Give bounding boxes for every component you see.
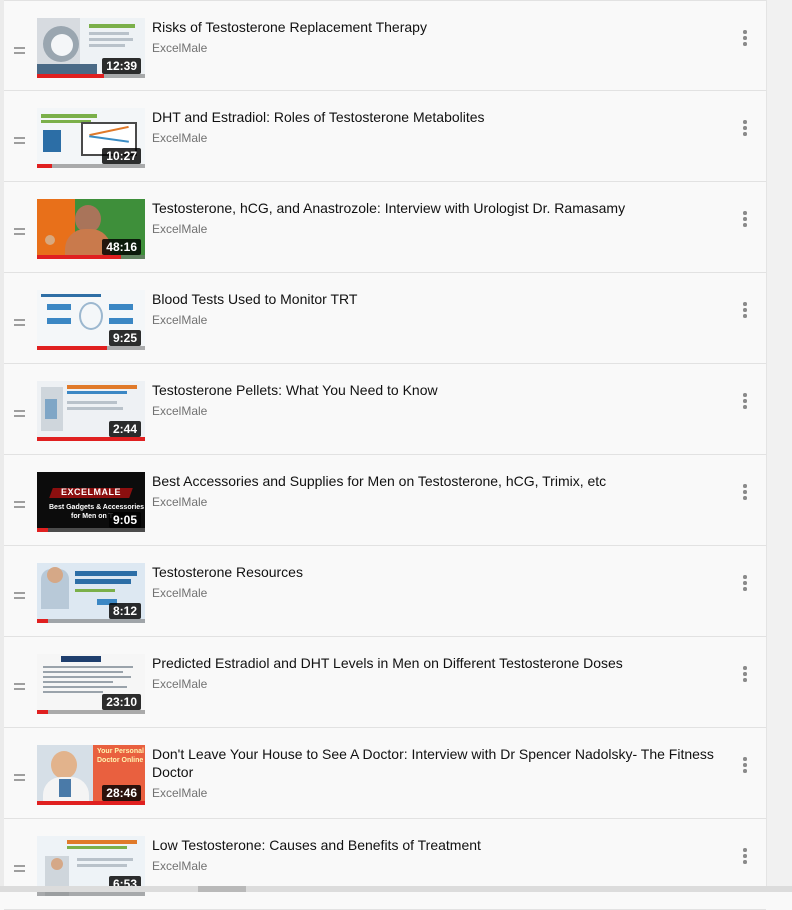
watched-progress-bar bbox=[37, 801, 145, 805]
thumbnail-caption: Your Personal bbox=[97, 748, 144, 755]
channel-name[interactable]: ExcelMale bbox=[152, 41, 207, 55]
video-thumbnail[interactable]: 12:39 bbox=[37, 18, 145, 78]
duration-badge: 48:16 bbox=[102, 239, 141, 255]
video-title[interactable]: Risks of Testosterone Replacement Therap… bbox=[152, 18, 732, 36]
more-options-icon[interactable] bbox=[743, 30, 747, 46]
duration-badge: 9:05 bbox=[108, 512, 141, 528]
channel-name[interactable]: ExcelMale bbox=[152, 131, 207, 145]
channel-name[interactable]: ExcelMale bbox=[152, 786, 207, 800]
playlist-item[interactable]: 10:27 DHT and Estradiol: Roles of Testos… bbox=[4, 91, 766, 182]
thumbnail-caption: Best Gadgets & Accessories bbox=[49, 504, 145, 511]
more-options-icon[interactable] bbox=[743, 575, 747, 591]
video-title[interactable]: Low Testosterone: Causes and Benefits of… bbox=[152, 836, 732, 854]
playlist: 12:39 Risks of Testosterone Replacement … bbox=[4, 0, 766, 910]
playlist-item[interactable]: 9:25 Blood Tests Used to Monitor TRT Exc… bbox=[4, 273, 766, 364]
video-title[interactable]: Best Accessories and Supplies for Men on… bbox=[152, 472, 732, 490]
playlist-item[interactable]: Your Personal Doctor Online 28:46 Don't … bbox=[4, 728, 766, 819]
drag-handle-icon[interactable] bbox=[14, 47, 25, 54]
duration-badge: 28:46 bbox=[102, 785, 141, 801]
drag-handle-icon[interactable] bbox=[14, 228, 25, 235]
channel-name[interactable]: ExcelMale bbox=[152, 677, 207, 691]
video-thumbnail[interactable]: 10:27 bbox=[37, 108, 145, 168]
playlist-item[interactable]: 2:44 Testosterone Pellets: What You Need… bbox=[4, 364, 766, 455]
video-thumbnail[interactable]: EXCELMALE Best Gadgets & Accessories for… bbox=[37, 472, 145, 532]
channel-name[interactable]: ExcelMale bbox=[152, 495, 207, 509]
video-title[interactable]: Predicted Estradiol and DHT Levels in Me… bbox=[152, 654, 732, 672]
more-options-icon[interactable] bbox=[743, 484, 747, 500]
more-options-icon[interactable] bbox=[743, 302, 747, 318]
duration-badge: 9:25 bbox=[108, 330, 141, 346]
video-thumbnail[interactable]: 8:12 bbox=[37, 563, 145, 623]
drag-handle-icon[interactable] bbox=[14, 410, 25, 417]
more-options-icon[interactable] bbox=[743, 666, 747, 682]
channel-name[interactable]: ExcelMale bbox=[152, 859, 207, 873]
thumbnail-caption: Doctor Online bbox=[97, 757, 144, 764]
watched-progress-bar bbox=[37, 74, 104, 78]
watched-progress-bar bbox=[37, 164, 53, 168]
drag-handle-icon[interactable] bbox=[14, 683, 25, 690]
watched-progress-bar bbox=[37, 255, 122, 259]
playlist-item[interactable]: 12:39 Risks of Testosterone Replacement … bbox=[4, 0, 766, 91]
watched-progress-bar bbox=[37, 528, 48, 532]
drag-handle-icon[interactable] bbox=[14, 319, 25, 326]
more-options-icon[interactable] bbox=[743, 848, 747, 864]
duration-badge: 2:44 bbox=[108, 421, 141, 437]
more-options-icon[interactable] bbox=[743, 120, 747, 136]
playlist-item[interactable]: 23:10 Predicted Estradiol and DHT Levels… bbox=[4, 637, 766, 728]
playlist-item[interactable]: 8:12 Testosterone Resources ExcelMale bbox=[4, 546, 766, 637]
drag-handle-icon[interactable] bbox=[14, 592, 25, 599]
watched-progress-bar bbox=[37, 619, 48, 623]
drag-handle-icon[interactable] bbox=[14, 865, 25, 872]
watched-progress-bar bbox=[37, 710, 48, 714]
video-thumbnail[interactable]: Your Personal Doctor Online 28:46 bbox=[37, 745, 145, 805]
playlist-item[interactable]: EXCELMALE Best Gadgets & Accessories for… bbox=[4, 455, 766, 546]
duration-badge: 10:27 bbox=[102, 148, 141, 164]
video-title[interactable]: Testosterone Resources bbox=[152, 563, 732, 581]
playlist-item[interactable]: 6:53 Low Testosterone: Causes and Benefi… bbox=[4, 819, 766, 910]
video-thumbnail[interactable]: 2:44 bbox=[37, 381, 145, 441]
horizontal-scroll-thumb[interactable] bbox=[198, 886, 246, 892]
more-options-icon[interactable] bbox=[743, 757, 747, 773]
channel-name[interactable]: ExcelMale bbox=[152, 313, 207, 327]
watched-progress-bar bbox=[37, 346, 108, 350]
channel-name[interactable]: ExcelMale bbox=[152, 404, 207, 418]
duration-badge: 23:10 bbox=[102, 694, 141, 710]
playlist-item[interactable]: 48:16 Testosterone, hCG, and Anastrozole… bbox=[4, 182, 766, 273]
video-thumbnail[interactable]: 23:10 bbox=[37, 654, 145, 714]
video-title[interactable]: Testosterone, hCG, and Anastrozole: Inte… bbox=[152, 199, 732, 217]
duration-badge: 8:12 bbox=[108, 603, 141, 619]
more-options-icon[interactable] bbox=[743, 211, 747, 227]
more-options-icon[interactable] bbox=[743, 393, 747, 409]
channel-name[interactable]: ExcelMale bbox=[152, 222, 207, 236]
thumbnail-logo-text: EXCELMALE bbox=[61, 487, 122, 497]
horizontal-scroll-track[interactable] bbox=[0, 886, 792, 892]
video-thumbnail[interactable]: 9:25 bbox=[37, 290, 145, 350]
channel-name[interactable]: ExcelMale bbox=[152, 586, 207, 600]
drag-handle-icon[interactable] bbox=[14, 774, 25, 781]
video-thumbnail[interactable]: 48:16 bbox=[37, 199, 145, 259]
video-title[interactable]: Blood Tests Used to Monitor TRT bbox=[152, 290, 732, 308]
thumbnail-caption: for Men on T bbox=[71, 513, 113, 520]
video-title[interactable]: DHT and Estradiol: Roles of Testosterone… bbox=[152, 108, 732, 126]
duration-badge: 12:39 bbox=[102, 58, 141, 74]
right-scroll-track[interactable] bbox=[766, 0, 792, 892]
video-title[interactable]: Don't Leave Your House to See A Doctor: … bbox=[152, 745, 732, 781]
watched-progress-bar bbox=[37, 437, 145, 441]
drag-handle-icon[interactable] bbox=[14, 501, 25, 508]
drag-handle-icon[interactable] bbox=[14, 137, 25, 144]
video-title[interactable]: Testosterone Pellets: What You Need to K… bbox=[152, 381, 732, 399]
